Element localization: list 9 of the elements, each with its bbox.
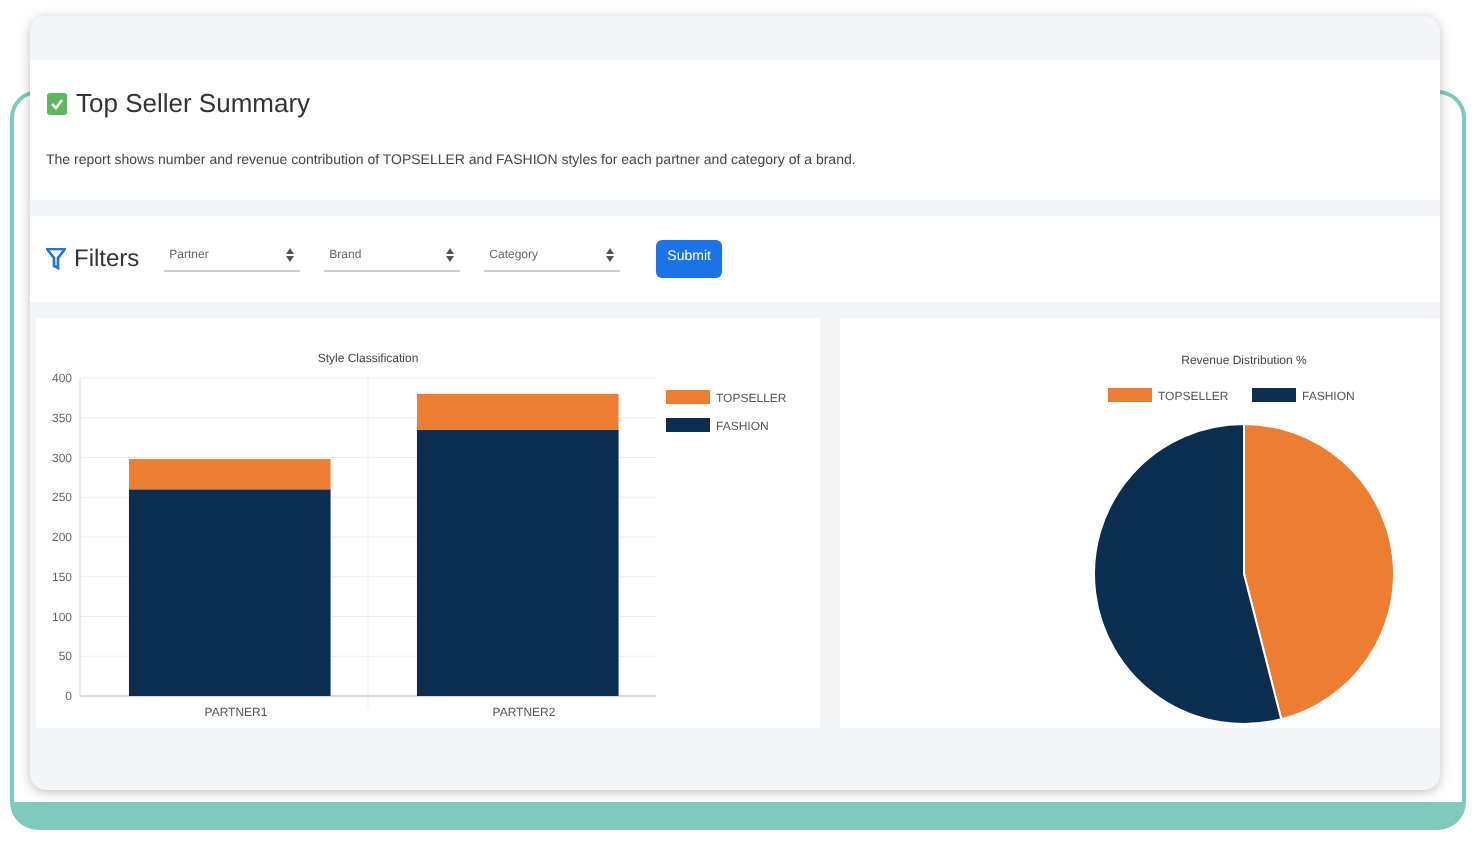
filters-label: Filters [74, 242, 140, 277]
sort-caret-icon [445, 248, 454, 263]
page-title: Top Seller Summary [76, 86, 311, 122]
filter-icon [46, 247, 66, 270]
report-icon [46, 91, 68, 116]
sort-caret-icon [285, 248, 294, 263]
sort-caret-icon [605, 248, 614, 263]
legend-swatch [666, 417, 710, 431]
legend-swatch [666, 389, 710, 403]
